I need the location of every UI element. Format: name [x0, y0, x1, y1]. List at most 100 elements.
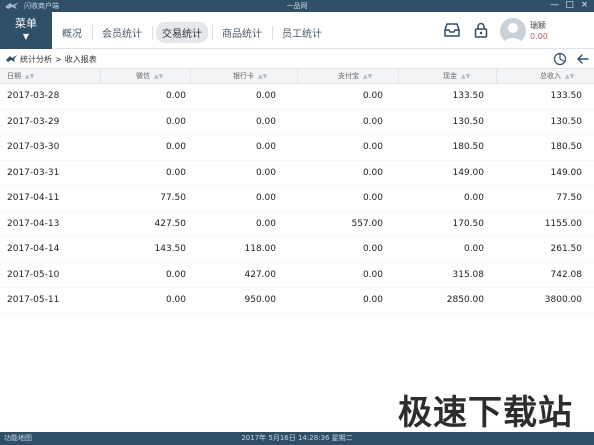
breadcrumb-current: 收入报表: [64, 55, 97, 64]
table-body: 2017-03-28 0.00 0.00 0.00 133.50 133.50 2017-0…: [0, 84, 594, 314]
column-header-total[interactable]: 总收入 ▲▼: [540, 69, 574, 84]
tab-trade-stats[interactable]: 交易统计: [156, 22, 208, 43]
avatar[interactable]: [500, 18, 526, 44]
table-row[interactable]: 2017-05-11 0.00 950.00 0.00 2850.00 3800.00: [0, 288, 594, 314]
breadcrumb-parent[interactable]: 统计分析: [20, 55, 52, 64]
cell-alipay: 0.00: [362, 193, 383, 203]
table-row[interactable]: 2017-03-31 0.00 0.00 0.00 149.00 149.00: [0, 161, 594, 186]
cell-date: 2017-03-31: [7, 167, 60, 178]
table-row[interactable]: 2017-03-28 0.00 0.00 0.00 133.50 133.50: [0, 84, 594, 110]
inbox-icon[interactable]: [443, 21, 461, 39]
minimize-button[interactable]: —: [547, 0, 562, 12]
user-silhouette-icon: [504, 23, 522, 44]
cell-total: 3800.00: [544, 295, 582, 305]
cell-bank-card: 0.00: [255, 91, 276, 101]
cell-wechat: 77.50: [160, 193, 186, 203]
cell-bank-card: 950.00: [244, 295, 277, 305]
cell-bank-card: 0.00: [255, 142, 276, 152]
column-divider: [496, 69, 497, 84]
column-header-alipay[interactable]: 支付宝 ▲▼: [338, 69, 372, 84]
cell-bank-card: 0.00: [255, 116, 276, 127]
cell-bank-card: 0.00: [255, 218, 276, 229]
nav-divider: [272, 25, 273, 40]
window-title: 一品网: [286, 2, 308, 10]
close-button[interactable]: ×: [577, 0, 592, 12]
column-divider: [297, 69, 298, 84]
column-divider: [190, 69, 191, 84]
main-nav: 概况 会员统计 交易统计 商品统计 员工统计: [56, 22, 329, 43]
sort-icon: ▲▼: [25, 73, 35, 80]
income-report-table: 日期 ▲▼ 微信 ▲▼ 银行卡 ▲▼ 支付宝 ▲▼ 现金 ▲▼ 总收入 ▲▼ 2017-03…: [0, 68, 594, 314]
tab-staff-stats[interactable]: 员工统计: [276, 22, 328, 43]
cell-total: 1155.00: [544, 218, 582, 229]
column-divider: [100, 69, 101, 84]
cell-date: 2017-04-14: [7, 244, 60, 254]
back-arrow-icon[interactable]: [576, 52, 590, 66]
breadcrumb-bar: 统计分析 > 收入报表: [0, 50, 594, 68]
user-balance: 0.00: [530, 32, 548, 41]
nav-divider: [92, 25, 93, 40]
table-row[interactable]: 2017-04-14 143.50 118.00 0.00 0.00 261.50: [0, 237, 594, 263]
cell-wechat: 0.00: [165, 91, 186, 101]
cell-bank-card: 427.00: [244, 269, 277, 280]
cell-alipay: 0.00: [362, 269, 383, 280]
cell-alipay: 0.00: [362, 91, 383, 101]
cell-date: 2017-03-28: [7, 91, 60, 101]
bird-logo-icon: [6, 55, 17, 62]
cell-date: 2017-03-30: [7, 142, 60, 152]
sort-icon: ▲▼: [363, 73, 373, 80]
column-header-cash[interactable]: 现金 ▲▼: [443, 69, 470, 84]
table-row[interactable]: 2017-04-11 77.50 0.00 0.00 0.00 77.50: [0, 186, 594, 212]
cell-total: 180.50: [550, 142, 583, 152]
maximize-button[interactable]: □: [562, 0, 577, 12]
window-controls: — □ ×: [547, 0, 592, 12]
cell-cash: 0.00: [463, 244, 484, 254]
cell-wechat: 0.00: [165, 116, 186, 127]
status-bar: 功能地图 2017年 5月16日 14:28:36 星期二: [0, 432, 594, 445]
cell-wechat: 427.50: [154, 218, 187, 229]
cell-cash: 180.50: [452, 142, 485, 152]
title-bar: 闪收商户端 一品网 — □ ×: [0, 0, 594, 12]
sort-icon: ▲▼: [258, 73, 268, 80]
table-row[interactable]: 2017-03-29 0.00 0.00 0.00 130.50 130.50: [0, 110, 594, 135]
cell-date: 2017-03-29: [7, 116, 60, 127]
cell-cash: 149.00: [452, 167, 485, 178]
column-header-bank-card[interactable]: 银行卡 ▲▼: [233, 69, 267, 84]
table-row[interactable]: 2017-04-13 427.50 0.00 557.00 170.50 1155.00: [0, 212, 594, 237]
cell-date: 2017-04-13: [7, 218, 60, 229]
table-row[interactable]: 2017-05-10 0.00 427.00 0.00 315.08 742.08: [0, 263, 594, 288]
menu-label: 菜单: [15, 17, 37, 30]
cell-alipay: 557.00: [351, 218, 384, 229]
cell-total: 261.50: [550, 244, 583, 254]
tab-product-stats[interactable]: 商品统计: [216, 22, 268, 43]
top-header: 菜单 ▼ 概况 会员统计 交易统计 商品统计 员工统计 瑞颖 0.00: [0, 12, 594, 49]
nav-divider: [152, 25, 153, 40]
column-header-date[interactable]: 日期 ▲▼: [7, 69, 34, 84]
cell-cash: 130.50: [452, 116, 485, 127]
column-divider: [398, 69, 399, 84]
column-header-wechat[interactable]: 微信 ▲▼: [136, 69, 163, 84]
table-row[interactable]: 2017-03-30 0.00 0.00 0.00 180.50 180.50: [0, 135, 594, 161]
cell-total: 133.50: [550, 91, 583, 101]
cell-total: 149.00: [550, 167, 583, 178]
cell-cash: 133.50: [452, 91, 485, 101]
cell-total: 130.50: [550, 116, 583, 127]
cell-alipay: 0.00: [362, 116, 383, 127]
cell-wechat: 0.00: [165, 269, 186, 280]
status-datetime: 2017年 5月16日 14:28:36 星期二: [241, 434, 353, 442]
menu-button[interactable]: 菜单 ▼: [0, 12, 52, 49]
breadcrumb: 统计分析 > 收入报表: [20, 54, 97, 65]
lock-icon[interactable]: [472, 21, 490, 39]
tab-member-stats[interactable]: 会员统计: [96, 22, 148, 43]
nav-divider: [212, 25, 213, 40]
cell-wechat: 0.00: [165, 167, 186, 178]
cell-wechat: 0.00: [165, 142, 186, 152]
cell-total: 742.08: [550, 269, 583, 280]
cell-bank-card: 0.00: [255, 167, 276, 178]
cell-date: 2017-05-10: [7, 269, 60, 280]
breadcrumb-separator: >: [55, 55, 62, 64]
pie-chart-icon[interactable]: [553, 52, 567, 66]
cell-bank-card: 118.00: [244, 244, 277, 254]
tab-overview[interactable]: 概况: [56, 22, 88, 43]
cell-cash: 315.08: [452, 269, 485, 280]
